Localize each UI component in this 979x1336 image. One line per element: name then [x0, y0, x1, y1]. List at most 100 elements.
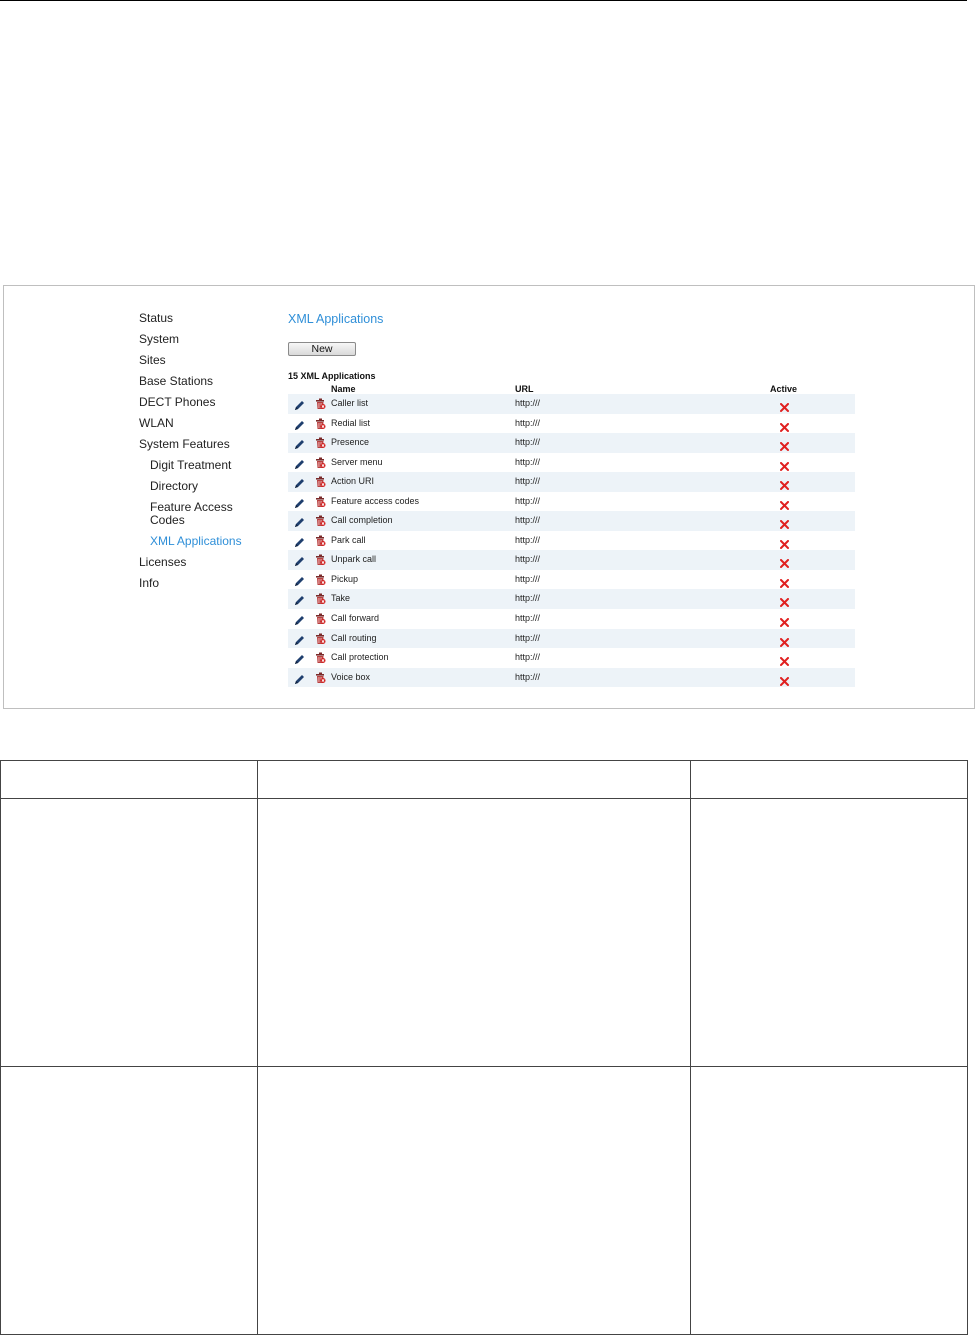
- application-name: Take: [331, 593, 351, 604]
- inactive-x-icon: [780, 438, 789, 452]
- application-url: http:///: [515, 593, 541, 604]
- application-url: http:///: [515, 437, 541, 448]
- table-row: Feature access codes http:///: [288, 492, 855, 512]
- table-row: Call forward http:///: [288, 609, 855, 629]
- sidebar-item[interactable]: System: [139, 333, 179, 346]
- application-name: Call forward: [331, 613, 380, 624]
- application-url: http:///: [515, 632, 541, 643]
- application-name: Caller list: [331, 398, 369, 408]
- edit-pencil-icon[interactable]: [294, 593, 305, 606]
- application-url: http:///: [515, 652, 541, 663]
- application-url: http:///: [515, 456, 541, 467]
- top-rule: [0, 0, 967, 1]
- inactive-x-icon: [780, 594, 789, 608]
- application-url: http:///: [515, 515, 541, 526]
- table-cell: [257, 798, 691, 1067]
- edit-pencil-icon[interactable]: [294, 515, 305, 528]
- edit-pencil-icon[interactable]: [294, 398, 305, 410]
- application-url: http:///: [515, 554, 541, 565]
- applications-table: Caller list http:///Redial list http:///Pr…: [288, 394, 855, 688]
- table-cell: [257, 1066, 691, 1335]
- delete-trash-icon[interactable]: [315, 436, 326, 449]
- application-url: http:///: [515, 476, 541, 487]
- application-url: http:///: [515, 573, 541, 584]
- delete-trash-icon[interactable]: [315, 475, 326, 488]
- application-name: Park call: [331, 534, 366, 545]
- edit-pencil-icon[interactable]: [294, 652, 305, 665]
- application-name: Action URI: [331, 476, 375, 487]
- sidebar-item[interactable]: Status: [139, 312, 173, 325]
- application-url: http:///: [515, 671, 541, 682]
- table-row: Call protection http:///: [288, 648, 855, 668]
- inactive-x-icon: [780, 653, 789, 667]
- sidebar-item[interactable]: Sites: [139, 354, 166, 367]
- sidebar-item[interactable]: System Features: [139, 438, 230, 451]
- inactive-x-icon: [780, 477, 789, 491]
- screenshot-frame: Status System Sites Base Stations DECT Phone…: [3, 285, 975, 709]
- document-table: [0, 760, 968, 1335]
- sidebar-item[interactable]: Feature Access Codes: [150, 501, 245, 527]
- table-row: Action URI http:///: [288, 472, 855, 492]
- delete-trash-icon[interactable]: [315, 534, 326, 546]
- inactive-x-icon: [780, 419, 789, 432]
- delete-trash-icon[interactable]: [315, 397, 326, 409]
- edit-pencil-icon[interactable]: [294, 476, 305, 489]
- delete-trash-icon[interactable]: [315, 495, 326, 507]
- inactive-x-icon: [780, 634, 789, 647]
- delete-trash-icon[interactable]: [315, 592, 326, 605]
- table-row: Pickup http:///: [288, 570, 855, 590]
- application-url: http:///: [515, 613, 541, 624]
- delete-trash-icon[interactable]: [315, 514, 326, 527]
- sidebar-item[interactable]: WLAN: [139, 417, 174, 430]
- page-title: XML Applications: [288, 312, 384, 326]
- application-name: Presence: [331, 437, 370, 448]
- application-url: http:///: [515, 534, 541, 545]
- delete-trash-icon[interactable]: [315, 612, 326, 625]
- application-name: Unpark call: [331, 554, 377, 565]
- edit-pencil-icon[interactable]: [294, 496, 305, 508]
- edit-pencil-icon[interactable]: [294, 574, 305, 586]
- sidebar-item[interactable]: Directory: [150, 480, 198, 493]
- sidebar-item[interactable]: Base Stations: [139, 375, 213, 388]
- delete-trash-icon[interactable]: [315, 671, 326, 683]
- new-button[interactable]: New: [288, 342, 356, 356]
- table-row: Call routing http:///: [288, 628, 855, 649]
- sidebar-item[interactable]: XML Applications: [150, 535, 242, 548]
- inactive-x-icon: [780, 399, 789, 412]
- application-name: Redial list: [331, 417, 371, 428]
- table-row: Unpark call http:///: [288, 550, 855, 570]
- table-cell: [257, 760, 691, 799]
- sidebar-item[interactable]: Digit Treatment: [150, 459, 231, 472]
- inactive-x-icon: [780, 555, 789, 569]
- table-row: Take http:///: [288, 589, 855, 610]
- column-header-name: Name: [331, 384, 356, 394]
- edit-pencil-icon[interactable]: [294, 672, 305, 684]
- edit-pencil-icon[interactable]: [294, 535, 305, 547]
- application-name: Server menu: [331, 456, 383, 467]
- application-name: Call protection: [331, 652, 389, 663]
- delete-trash-icon[interactable]: [315, 417, 326, 429]
- application-url: http:///: [515, 495, 541, 506]
- sidebar-item[interactable]: Licenses: [139, 556, 186, 569]
- sidebar-item[interactable]: DECT Phones: [139, 396, 215, 409]
- delete-trash-icon[interactable]: [315, 632, 326, 644]
- application-name: Pickup: [331, 573, 359, 584]
- table-row: Redial list http:///: [288, 414, 855, 434]
- delete-trash-icon[interactable]: [315, 456, 326, 468]
- delete-trash-icon[interactable]: [315, 651, 326, 664]
- inactive-x-icon: [780, 516, 789, 530]
- sidebar-item[interactable]: Info: [139, 577, 159, 590]
- edit-pencil-icon[interactable]: [294, 437, 305, 450]
- delete-trash-icon[interactable]: [315, 553, 326, 566]
- edit-pencil-icon[interactable]: [294, 554, 305, 567]
- edit-pencil-icon[interactable]: [294, 457, 305, 469]
- edit-pencil-icon[interactable]: [294, 613, 305, 626]
- table-cell: [0, 798, 258, 1067]
- application-url: http:///: [515, 398, 541, 408]
- delete-trash-icon[interactable]: [315, 573, 326, 585]
- table-row: Server menu http:///: [288, 453, 855, 473]
- edit-pencil-icon[interactable]: [294, 633, 305, 645]
- edit-pencil-icon[interactable]: [294, 418, 305, 430]
- table-cell: [0, 760, 258, 799]
- application-name: Feature access codes: [331, 495, 420, 506]
